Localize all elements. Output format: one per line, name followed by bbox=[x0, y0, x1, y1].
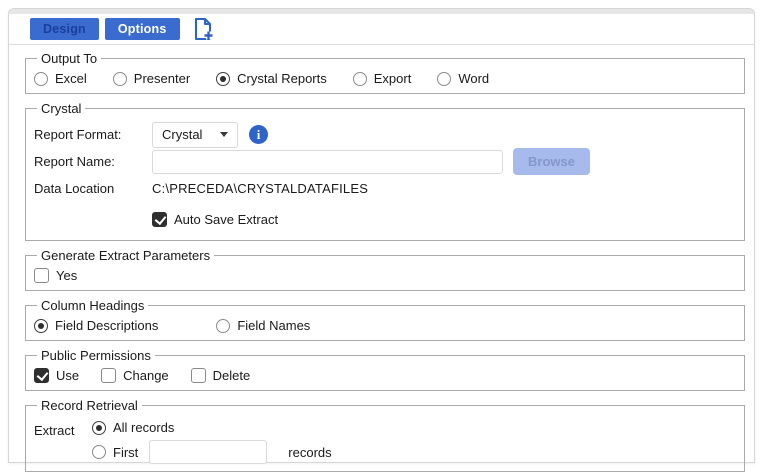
checkbox-label: Auto Save Extract bbox=[174, 212, 279, 227]
checkbox-label: Change bbox=[123, 368, 169, 383]
checkbox-icon bbox=[34, 268, 49, 283]
radio-output-export[interactable]: Export bbox=[352, 71, 412, 86]
section-legend: Crystal bbox=[41, 101, 82, 116]
radio-icon bbox=[216, 318, 231, 333]
radio-output-crystal-reports[interactable]: Crystal Reports bbox=[216, 71, 327, 86]
radio-label: Field Descriptions bbox=[55, 318, 159, 333]
checkbox-auto-save-extract[interactable]: Auto Save Extract bbox=[152, 212, 278, 227]
radio-output-excel[interactable]: Excel bbox=[34, 71, 87, 86]
section-record-retrieval: Record Retrieval Extract All records Fir… bbox=[25, 398, 745, 472]
section-column-headings: Column Headings Field Descriptions Field… bbox=[25, 298, 745, 341]
extract-label: Extract bbox=[34, 423, 75, 438]
radio-icon bbox=[112, 71, 127, 86]
report-name-label: Report Name: bbox=[34, 154, 115, 169]
radio-label: Excel bbox=[55, 71, 87, 86]
checkbox-yes[interactable]: Yes bbox=[34, 268, 77, 283]
first-records-input[interactable] bbox=[149, 440, 268, 464]
checkbox-icon bbox=[190, 368, 206, 383]
radio-icon bbox=[34, 71, 48, 86]
radio-icon bbox=[216, 71, 231, 86]
options-content: Output To Excel Presenter Crystal Report… bbox=[9, 45, 754, 472]
report-name-input[interactable] bbox=[152, 149, 503, 174]
checkbox-change[interactable]: Change bbox=[101, 368, 169, 383]
checkbox-icon bbox=[152, 212, 167, 227]
checkbox-label: Delete bbox=[212, 368, 251, 383]
checkbox-label: Use bbox=[56, 368, 80, 383]
section-output-to: Output To Excel Presenter Crystal Report… bbox=[25, 51, 745, 94]
radio-label: All records bbox=[113, 420, 175, 435]
radio-label: Crystal Reports bbox=[237, 71, 327, 86]
report-format-value: Crystal bbox=[162, 127, 203, 142]
radio-label: First bbox=[113, 444, 139, 460]
radio-icon bbox=[352, 71, 367, 86]
checkbox-use[interactable]: Use bbox=[34, 368, 79, 383]
checkbox-label: Yes bbox=[56, 268, 78, 283]
data-location-value: C:\PRECEDA\CRYSTALDATAFILES bbox=[152, 181, 369, 196]
radio-icon bbox=[437, 71, 452, 86]
radio-icon bbox=[92, 445, 106, 459]
radio-output-presenter[interactable]: Presenter bbox=[112, 71, 191, 86]
info-icon[interactable]: i bbox=[249, 125, 268, 144]
section-public-permissions: Public Permissions Use Change Delete bbox=[25, 348, 745, 391]
browse-button[interactable]: Browse bbox=[513, 148, 590, 175]
tab-options[interactable]: Options bbox=[104, 17, 180, 41]
section-legend: Record Retrieval bbox=[41, 398, 138, 413]
checkbox-delete[interactable]: Delete bbox=[190, 368, 251, 383]
radio-output-word[interactable]: Word bbox=[437, 71, 489, 86]
records-suffix-label: records bbox=[288, 444, 332, 460]
options-panel: Design Options Output To Excel Presenter… bbox=[8, 8, 755, 472]
radio-all-records[interactable]: All records bbox=[92, 420, 332, 435]
section-legend: Column Headings bbox=[41, 298, 145, 313]
report-format-label: Report Format: bbox=[34, 127, 122, 142]
radio-field-names[interactable]: Field Names bbox=[216, 318, 310, 333]
section-legend: Generate Extract Parameters bbox=[41, 248, 211, 263]
radio-label: Export bbox=[373, 71, 412, 86]
section-generate-extract-parameters: Generate Extract Parameters Yes bbox=[25, 248, 745, 291]
radio-icon bbox=[34, 318, 48, 333]
tab-design[interactable]: Design bbox=[30, 17, 99, 41]
report-format-select[interactable]: Crystal bbox=[152, 121, 238, 148]
new-page-plus-icon[interactable] bbox=[192, 17, 214, 41]
data-location-label: Data Location bbox=[34, 181, 115, 196]
checkbox-icon bbox=[101, 368, 117, 383]
section-crystal: Crystal Report Format: Crystal i Report … bbox=[25, 101, 745, 241]
radio-label: Presenter bbox=[133, 71, 191, 86]
radio-first-records[interactable]: First records bbox=[92, 440, 332, 464]
section-legend: Output To bbox=[41, 51, 98, 66]
tab-bar: Design Options bbox=[9, 14, 754, 45]
radio-label: Word bbox=[458, 71, 490, 86]
section-legend: Public Permissions bbox=[41, 348, 151, 363]
radio-icon bbox=[92, 420, 106, 435]
radio-field-descriptions[interactable]: Field Descriptions bbox=[34, 318, 158, 333]
checkbox-icon bbox=[34, 368, 49, 383]
caret-down-icon bbox=[220, 132, 228, 137]
radio-label: Field Names bbox=[237, 318, 311, 333]
